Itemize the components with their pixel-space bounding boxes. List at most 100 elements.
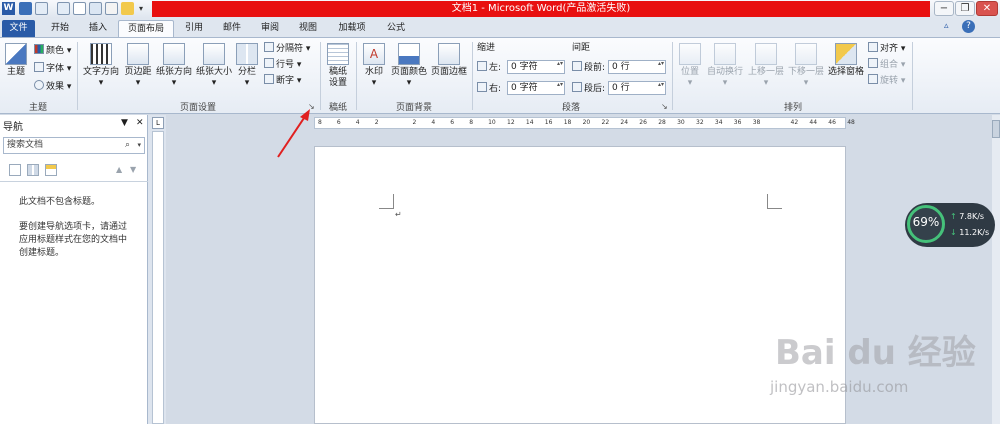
tab-insert[interactable]: 插入: [80, 20, 116, 37]
tab-page-layout[interactable]: 页面布局: [118, 20, 174, 37]
watermark-button[interactable]: A 水印 ▾: [359, 43, 389, 89]
group-label-manuscript: 稿纸: [328, 103, 347, 113]
ruler-number: 22: [601, 119, 610, 126]
download-arrow-icon: ↓: [950, 228, 957, 237]
print-preview-icon[interactable]: [89, 2, 102, 15]
orientation-button[interactable]: 纸张方向 ▾: [154, 43, 194, 89]
indent-left-input[interactable]: 0 字符: [507, 60, 565, 74]
window-title: 文档1 - Microsoft Word(产品激活失败): [451, 3, 631, 14]
tab-review[interactable]: 审阅: [252, 20, 288, 37]
text-direction-button[interactable]: 文字方向 ▾: [80, 43, 122, 89]
tab-references[interactable]: 引用: [176, 20, 212, 37]
crop-mark-right: [767, 194, 782, 209]
wrap-text-button[interactable]: 自动换行 ▾: [704, 43, 746, 89]
line-numbers-button[interactable]: 行号 ▾: [264, 58, 301, 71]
group-icon: [868, 58, 878, 68]
effects-icon: [34, 80, 44, 90]
selection-pane-button[interactable]: 选择窗格: [826, 43, 866, 78]
close-button[interactable]: ✕: [976, 1, 998, 16]
search-dropdown-icon[interactable]: ▾: [137, 138, 141, 153]
position-button[interactable]: 位置 ▾: [676, 43, 704, 89]
hyphenation-button[interactable]: 断字 ▾: [264, 74, 301, 87]
columns-button[interactable]: 分栏 ▾: [234, 43, 260, 89]
open-folder-icon[interactable]: [121, 2, 134, 15]
redo-icon[interactable]: [57, 2, 70, 15]
ruler-number: 6: [450, 119, 455, 126]
browse-headings-tab-icon[interactable]: [9, 164, 21, 176]
bring-forward-button[interactable]: 上移一层 ▾: [746, 43, 786, 89]
tab-addins[interactable]: 加载项: [330, 20, 374, 37]
ruler-number: 42: [790, 119, 799, 126]
tab-equations[interactable]: 公式: [378, 20, 414, 37]
paragraph-dialog-launcher-icon[interactable]: ↘: [661, 102, 668, 111]
save-icon[interactable]: [19, 2, 32, 15]
indent-right-input[interactable]: 0 字符: [507, 81, 565, 95]
browse-results-tab-icon[interactable]: [45, 164, 57, 176]
indent-right-icon: [477, 82, 487, 92]
margins-button[interactable]: 页边距 ▾: [122, 43, 154, 89]
theme-fonts-button[interactable]: 字体 ▾: [34, 62, 71, 75]
align-button[interactable]: 对齐 ▾: [868, 42, 905, 55]
customize-quick-access-icon[interactable]: ▾: [139, 2, 148, 15]
group-label-page-background: 页面背景: [395, 103, 432, 113]
word-app-icon[interactable]: W: [2, 2, 15, 15]
paragraph-mark-icon: ↵: [395, 210, 402, 219]
browse-pages-tab-icon[interactable]: [27, 164, 39, 176]
send-backward-icon: [795, 43, 817, 65]
ruler-number: 20: [582, 119, 591, 126]
scrollbar-thumb[interactable]: [992, 120, 1000, 138]
themes-button[interactable]: 主题: [3, 43, 29, 78]
tab-selector-icon[interactable]: L: [152, 117, 164, 129]
horizontal-ruler[interactable]: [314, 117, 846, 129]
help-icon[interactable]: ?: [962, 20, 975, 33]
manuscript-settings-button[interactable]: 稿纸 设置: [324, 43, 352, 89]
group-button[interactable]: 组合 ▾: [868, 58, 905, 71]
orientation-icon: [163, 43, 185, 65]
page-borders-button[interactable]: 页面边框: [429, 43, 469, 78]
ruler-number: 28: [658, 119, 666, 126]
theme-colors-button[interactable]: 颜色 ▾: [34, 44, 71, 57]
ruler-number: 8: [469, 119, 474, 126]
page-color-button[interactable]: 页面颜色 ▾: [389, 43, 429, 89]
indent-title: 缩进: [477, 43, 496, 53]
indent-left-label: 左:: [477, 61, 501, 74]
new-document-icon[interactable]: [73, 2, 86, 15]
rotate-button[interactable]: 旋转 ▾: [868, 74, 905, 87]
undo-icon[interactable]: [35, 2, 48, 15]
edit-icon[interactable]: [105, 2, 118, 15]
group-label-arrange: 排列: [783, 103, 802, 113]
search-icon[interactable]: ⌕: [125, 138, 130, 153]
navigation-divider: [0, 181, 148, 182]
theme-effects-button[interactable]: 效果 ▾: [34, 80, 71, 93]
minimize-button[interactable]: −: [934, 1, 954, 16]
page-size-button[interactable]: 纸张大小 ▾: [194, 43, 234, 89]
page-color-icon: [398, 43, 420, 65]
send-backward-button[interactable]: 下移一层 ▾: [786, 43, 826, 89]
pane-options-icon[interactable]: ▼: [121, 118, 128, 128]
ruler-number: 46: [828, 119, 836, 126]
spacing-title: 间距: [572, 43, 591, 53]
wrap-text-icon: [714, 43, 736, 65]
ruler-number: 12: [507, 119, 515, 126]
breaks-button[interactable]: 分隔符 ▾: [264, 42, 310, 55]
download-speed: ↓ 11.2K/s: [950, 228, 990, 237]
restore-button[interactable]: ❐: [955, 1, 975, 16]
tab-mailings[interactable]: 邮件: [214, 20, 250, 37]
ribbon-minimize-icon[interactable]: ▵: [944, 21, 949, 31]
tab-file[interactable]: 文件: [2, 20, 35, 37]
vertical-ruler[interactable]: [152, 131, 164, 424]
tab-home[interactable]: 开始: [42, 20, 78, 37]
next-heading-icon[interactable]: ▼: [130, 165, 136, 174]
vertical-scrollbar[interactable]: [992, 115, 1000, 424]
previous-heading-icon[interactable]: ▲: [116, 165, 122, 174]
ruler-number: 16: [544, 119, 553, 126]
tab-view[interactable]: 视图: [290, 20, 326, 37]
spacing-before-input[interactable]: 0 行: [608, 60, 666, 74]
ruler-number: 36: [733, 119, 742, 126]
spacing-after-input[interactable]: 0 行: [608, 81, 666, 95]
indent-left-icon: [477, 61, 487, 71]
hyphenation-icon: [264, 74, 274, 84]
document-page[interactable]: [314, 146, 846, 424]
close-pane-icon[interactable]: ✕: [136, 118, 144, 128]
search-document-input[interactable]: 搜索文档 ⌕ ▾: [3, 137, 145, 154]
